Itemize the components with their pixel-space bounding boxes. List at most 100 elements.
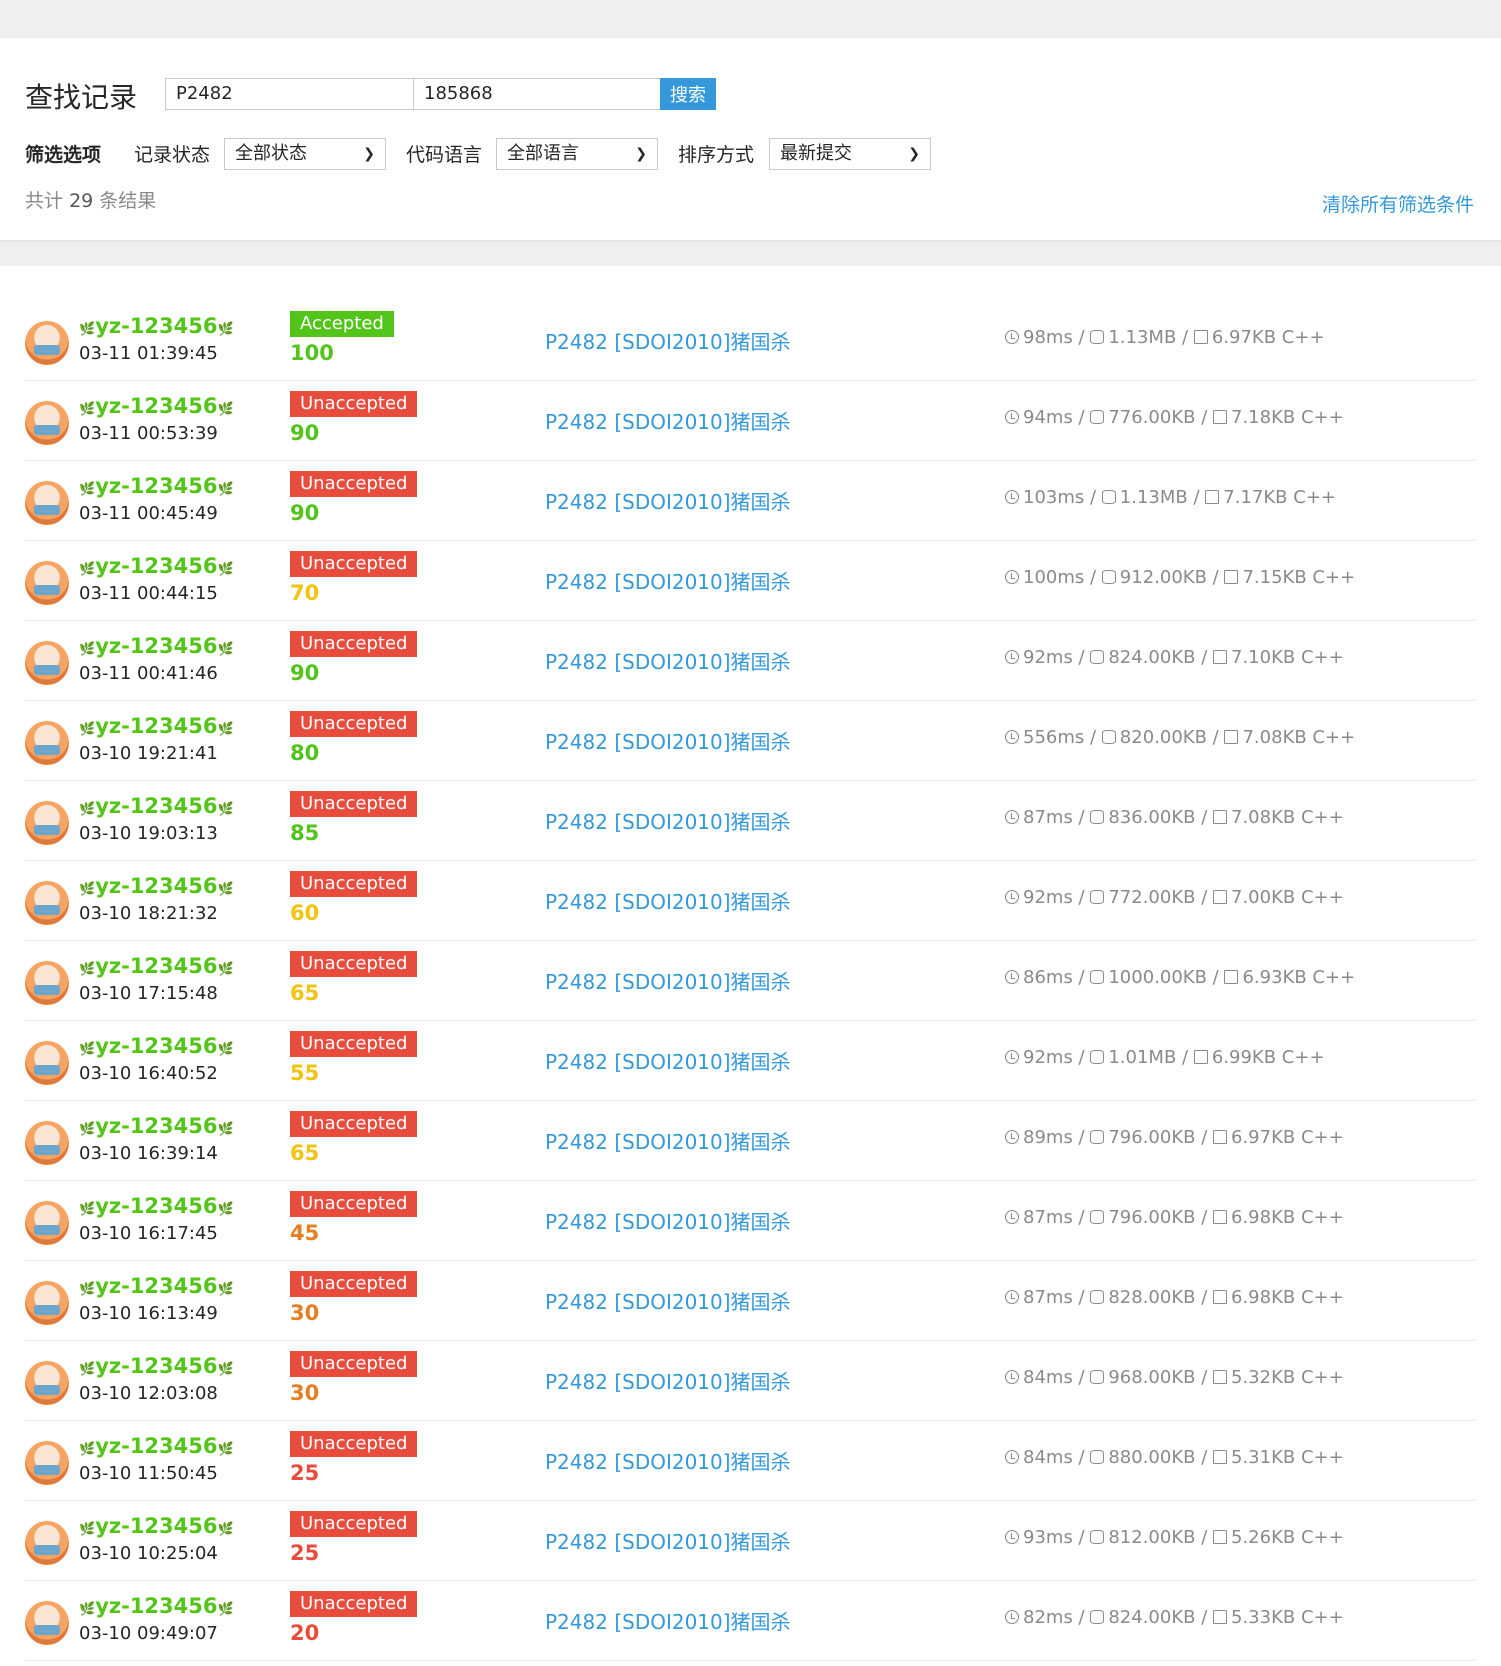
avatar[interactable]	[25, 1121, 69, 1165]
status-badge[interactable]: Unaccepted	[290, 1351, 418, 1377]
status-badge[interactable]: Accepted	[290, 311, 394, 337]
status-badge[interactable]: Unaccepted	[290, 791, 418, 817]
runtime: 87ms	[1023, 807, 1073, 828]
score: 55	[290, 1061, 320, 1085]
problem-link[interactable]: P2482 [SDOI2010]猪国杀	[545, 1526, 791, 1555]
problem-link[interactable]: P2482 [SDOI2010]猪国杀	[545, 1606, 791, 1635]
problem-link[interactable]: P2482 [SDOI2010]猪国杀	[545, 886, 791, 915]
memory: 820.00KB	[1119, 727, 1207, 748]
avatar[interactable]	[25, 1601, 69, 1645]
username-link[interactable]: 🌿yz-123456🌿	[79, 1434, 234, 1458]
problem-link[interactable]: P2482 [SDOI2010]猪国杀	[545, 406, 791, 435]
record-meta: 92ms / 772.00KB / 7.00KB C++	[1005, 887, 1344, 908]
avatar[interactable]	[25, 801, 69, 845]
avatar[interactable]	[25, 321, 69, 365]
avatar[interactable]	[25, 721, 69, 765]
problem-link[interactable]: P2482 [SDOI2010]猪国杀	[545, 1366, 791, 1395]
username-link[interactable]: 🌿yz-123456🌿	[79, 314, 234, 338]
status-badge[interactable]: Unaccepted	[290, 551, 418, 577]
sort-select[interactable]: 最新提交 ❯	[769, 138, 931, 170]
status-badge[interactable]: Unaccepted	[290, 1111, 418, 1137]
status-filter-select[interactable]: 全部状态 ❯	[224, 138, 386, 170]
status-badge[interactable]: Unaccepted	[290, 871, 418, 897]
avatar[interactable]	[25, 1361, 69, 1405]
code-size: 7.10KB	[1231, 647, 1296, 668]
username-link[interactable]: 🌿yz-123456🌿	[79, 1034, 234, 1058]
username-link[interactable]: 🌿yz-123456🌿	[79, 1194, 234, 1218]
memory-icon	[1090, 1530, 1105, 1544]
memory: 880.00KB	[1108, 1447, 1196, 1468]
avatar[interactable]	[25, 641, 69, 685]
clear-filters-link[interactable]: 清除所有筛选条件	[1322, 190, 1474, 217]
clock-icon	[1005, 1530, 1019, 1544]
avatar-mask	[34, 905, 60, 915]
problem-link[interactable]: P2482 [SDOI2010]猪国杀	[545, 1046, 791, 1075]
avatar[interactable]	[25, 1201, 69, 1245]
code-size: 5.26KB	[1231, 1527, 1296, 1548]
status-badge[interactable]: Unaccepted	[290, 391, 418, 417]
username-link[interactable]: 🌿yz-123456🌿	[79, 634, 234, 658]
status-badge[interactable]: Unaccepted	[290, 711, 418, 737]
username-link[interactable]: 🌿yz-123456🌿	[79, 1274, 234, 1298]
name-decoration-icon: 🌿	[217, 402, 234, 417]
problem-link[interactable]: P2482 [SDOI2010]猪国杀	[545, 486, 791, 515]
avatar[interactable]	[25, 881, 69, 925]
search-button[interactable]: 搜索	[660, 78, 716, 110]
avatar[interactable]	[25, 401, 69, 445]
clock-icon	[1005, 1450, 1019, 1464]
record-row: 🌿yz-123456🌿 03-10 16:13:49 Unaccepted 30 P24…	[25, 1261, 1475, 1341]
status-badge[interactable]: Unaccepted	[290, 1511, 418, 1537]
status-badge[interactable]: Unaccepted	[290, 1431, 418, 1457]
problem-link[interactable]: P2482 [SDOI2010]猪国杀	[545, 566, 791, 595]
chevron-down-icon: ❯	[908, 146, 920, 162]
problem-link[interactable]: P2482 [SDOI2010]猪国杀	[545, 1126, 791, 1155]
username-text: yz-123456	[95, 314, 218, 338]
code-size: 6.97KB	[1211, 327, 1277, 348]
record-row: 🌿yz-123456🌿 03-10 11:50:45 Unaccepted 25 P24…	[25, 1421, 1475, 1501]
username-link[interactable]: 🌿yz-123456🌿	[79, 1514, 234, 1538]
avatar[interactable]	[25, 561, 69, 605]
runtime: 92ms	[1023, 887, 1073, 908]
status-badge[interactable]: Unaccepted	[290, 1591, 418, 1617]
username-link[interactable]: 🌿yz-123456🌿	[79, 1114, 234, 1138]
code-file-icon	[1224, 730, 1239, 744]
problem-link[interactable]: P2482 [SDOI2010]猪国杀	[545, 806, 791, 835]
problem-id-input[interactable]: P2482	[165, 78, 414, 110]
score: 85	[290, 821, 320, 845]
problem-link[interactable]: P2482 [SDOI2010]猪国杀	[545, 1286, 791, 1315]
username-link[interactable]: 🌿yz-123456🌿	[79, 1354, 234, 1378]
avatar[interactable]	[25, 961, 69, 1005]
username-link[interactable]: 🌿yz-123456🌿	[79, 474, 234, 498]
avatar-mask	[34, 1625, 60, 1635]
status-badge[interactable]: Unaccepted	[290, 1191, 418, 1217]
language-filter-select[interactable]: 全部语言 ❯	[496, 138, 658, 170]
score: 70	[290, 581, 320, 605]
problem-link[interactable]: P2482 [SDOI2010]猪国杀	[545, 646, 791, 675]
avatar[interactable]	[25, 1041, 69, 1085]
code-size: 6.98KB	[1231, 1207, 1296, 1228]
status-badge[interactable]: Unaccepted	[290, 1271, 418, 1297]
avatar[interactable]	[25, 1441, 69, 1485]
avatar[interactable]	[25, 481, 69, 525]
username-link[interactable]: 🌿yz-123456🌿	[79, 714, 234, 738]
problem-link[interactable]: P2482 [SDOI2010]猪国杀	[545, 1446, 791, 1475]
username-link[interactable]: 🌿yz-123456🌿	[79, 874, 234, 898]
status-badge[interactable]: Unaccepted	[290, 1031, 418, 1057]
record-row: 🌿yz-123456🌿 03-11 00:45:49 Unaccepted 90 P24…	[25, 461, 1475, 541]
username-link[interactable]: 🌿yz-123456🌿	[79, 1594, 234, 1618]
username-link[interactable]: 🌿yz-123456🌿	[79, 554, 234, 578]
problem-link[interactable]: P2482 [SDOI2010]猪国杀	[545, 726, 791, 755]
user-id-input[interactable]: 185868	[413, 78, 661, 110]
username-link[interactable]: 🌿yz-123456🌿	[79, 954, 234, 978]
status-badge[interactable]: Unaccepted	[290, 631, 418, 657]
runtime: 84ms	[1023, 1447, 1073, 1468]
problem-link[interactable]: P2482 [SDOI2010]猪国杀	[545, 966, 791, 995]
username-link[interactable]: 🌿yz-123456🌿	[79, 794, 234, 818]
avatar[interactable]	[25, 1281, 69, 1325]
status-badge[interactable]: Unaccepted	[290, 471, 418, 497]
problem-link[interactable]: P2482 [SDOI2010]猪国杀	[545, 326, 791, 355]
username-link[interactable]: 🌿yz-123456🌿	[79, 394, 234, 418]
status-badge[interactable]: Unaccepted	[290, 951, 418, 977]
problem-link[interactable]: P2482 [SDOI2010]猪国杀	[545, 1206, 791, 1235]
avatar[interactable]	[25, 1521, 69, 1565]
